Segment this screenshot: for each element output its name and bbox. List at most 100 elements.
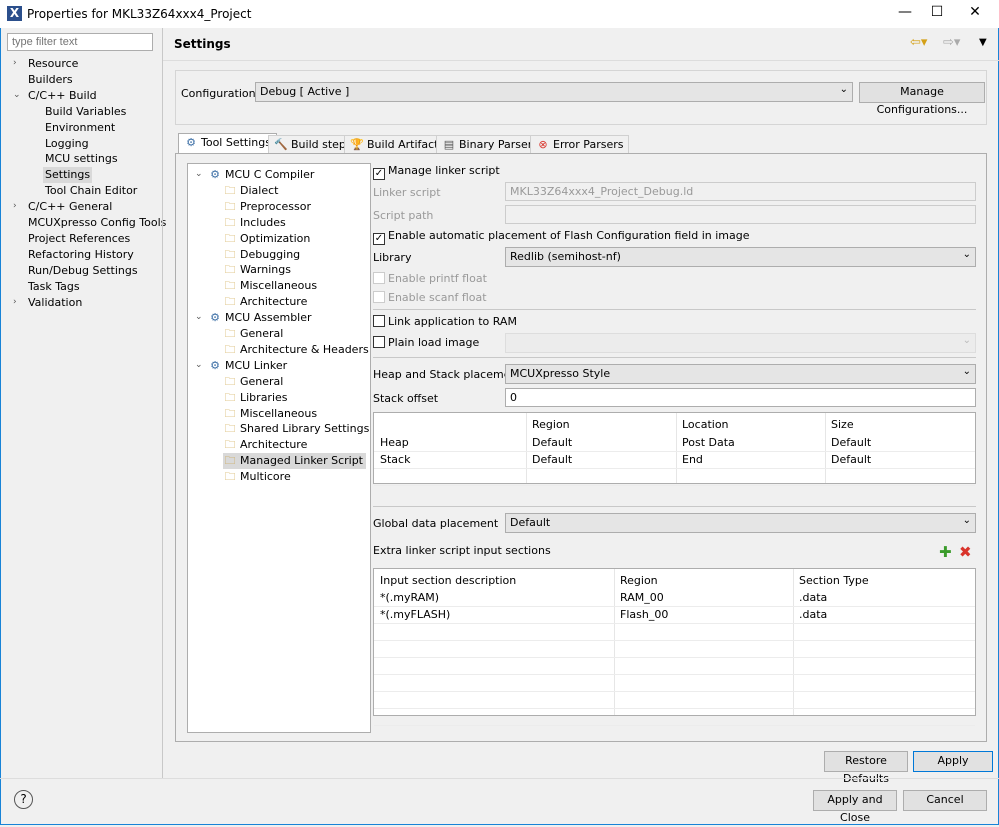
apply-and-close-button[interactable]: Apply and Close: [813, 790, 897, 824]
configuration-select[interactable]: Debug [ Active ] ⌄: [255, 82, 853, 102]
folder-gear-icon: 🗀: [224, 327, 236, 340]
nav-item[interactable]: C/C++ Build: [26, 88, 99, 104]
tool-tree: ⌄ ⚙ MCU C Compiler 🗀 Dialect 🗀 Preprocessor 🗀 In…: [187, 163, 371, 733]
chevron-down-icon: ⌄: [962, 249, 971, 260]
heap-stack-select[interactable]: MCUXpresso Style ⌄: [505, 364, 976, 384]
tool-tree-item[interactable]: 🗀 Libraries: [223, 390, 291, 406]
nav-item[interactable]: Builders: [26, 72, 75, 88]
tool-tree-item[interactable]: ⚙ MCU C Compiler: [208, 167, 317, 183]
tab-binary-parsers[interactable]: ▤ Binary Parsers: [436, 135, 544, 153]
scanf-float-checkbox[interactable]: Enable scanf float: [373, 291, 487, 304]
tool-tree-item[interactable]: 🗀 Preprocessor: [223, 199, 314, 215]
tool-tree-item[interactable]: 🗀 Optimization: [223, 231, 313, 247]
table-row[interactable]: Stack Default End Default: [374, 452, 975, 469]
tool-tree-label: General: [240, 374, 284, 388]
close-button[interactable]: ✕: [960, 4, 990, 24]
add-icon[interactable]: ✚: [939, 543, 952, 561]
delete-icon[interactable]: ✖: [959, 543, 972, 561]
forward-icon[interactable]: ⇨▾: [943, 35, 960, 50]
tab-build-artifact[interactable]: 🏆 Build Artifact: [344, 135, 445, 153]
folder-gear-icon: 🗀: [224, 438, 236, 452]
chevron-right-icon[interactable]: ›: [13, 58, 17, 68]
nav-item[interactable]: Tool Chain Editor: [43, 183, 139, 199]
tool-tree-item[interactable]: 🗀 Architecture: [223, 294, 310, 310]
nav-item[interactable]: MCUXpresso Config Tools: [26, 215, 168, 231]
plain-load-select[interactable]: ⌄: [505, 333, 976, 353]
tool-tree-item[interactable]: 🗀 Warnings: [223, 262, 294, 278]
tool-tree-item[interactable]: 🗀 Managed Linker Script: [223, 453, 366, 470]
nav-item[interactable]: Project References: [26, 231, 132, 247]
nav-item[interactable]: Settings: [43, 167, 93, 184]
help-icon[interactable]: ?: [14, 790, 33, 809]
link-to-ram-checkbox[interactable]: Link application to RAM: [373, 315, 517, 328]
column-header[interactable]: Input section description: [374, 573, 516, 589]
stack-offset-field[interactable]: 0: [505, 388, 976, 407]
script-path-field[interactable]: [505, 205, 976, 224]
tool-tree-item[interactable]: 🗀 Includes: [223, 215, 289, 231]
tab-label: Tool Settings: [201, 136, 271, 149]
tool-tree-label: MCU Linker: [225, 358, 288, 372]
apply-button[interactable]: Apply: [913, 751, 993, 772]
footer-separator: [0, 778, 999, 779]
nav-item[interactable]: Run/Debug Settings: [26, 263, 140, 279]
nav-item[interactable]: Validation: [26, 295, 84, 311]
menu-icon[interactable]: ▼: [979, 37, 987, 48]
tool-tree-item[interactable]: 🗀 Debugging: [223, 247, 303, 263]
tool-tree-item[interactable]: 🗀 Dialect: [223, 183, 281, 199]
auto-flash-config-checkbox[interactable]: ✓ Enable automatic placement of Flash Con…: [373, 229, 750, 245]
tool-tree-item[interactable]: ⚙ MCU Linker: [208, 358, 290, 374]
tool-tree-label: Libraries: [240, 390, 288, 404]
chevron-down-icon[interactable]: ⌄: [195, 312, 203, 322]
tool-tree-label: Architecture & Headers: [240, 342, 369, 356]
tool-tree-item[interactable]: 🗀 Multicore: [223, 469, 294, 485]
nav-item[interactable]: Refactoring History: [26, 247, 136, 263]
tool-tree-item[interactable]: ⚙ MCU Assembler: [208, 310, 315, 326]
manage-linker-script-checkbox[interactable]: ✓ Manage linker script: [373, 164, 500, 180]
cancel-button[interactable]: Cancel: [903, 790, 987, 811]
tab-error-parsers[interactable]: ⊗ Error Parsers: [530, 135, 630, 153]
tool-tree-item[interactable]: 🗀 Architecture: [223, 437, 310, 453]
chevron-down-icon[interactable]: ⌄: [13, 90, 21, 100]
nav-item[interactable]: Resource: [26, 56, 80, 72]
error-icon: ⊗: [538, 138, 548, 151]
table-row[interactable]: Heap Default Post Data Default: [374, 435, 975, 452]
nav-item[interactable]: Build Variables: [43, 104, 128, 120]
chevron-right-icon[interactable]: ›: [13, 297, 17, 307]
tool-tree-item[interactable]: 🗀 Miscellaneous: [223, 406, 320, 422]
chevron-down-icon[interactable]: ⌄: [195, 360, 203, 370]
column-header[interactable]: Location: [676, 417, 729, 433]
library-select[interactable]: Redlib (semihost-nf) ⌄: [505, 247, 976, 267]
filter-input[interactable]: [7, 33, 153, 51]
folder-gear-icon: 🗀: [224, 263, 236, 277]
printf-float-checkbox[interactable]: Enable printf float: [373, 272, 487, 285]
maximize-button[interactable]: ☐: [922, 4, 952, 24]
table-row[interactable]: *(.myRAM) RAM_00 .data: [374, 590, 975, 607]
tool-tree-item[interactable]: 🗀 Shared Library Settings: [223, 421, 372, 437]
table-row[interactable]: *(.myFLASH) Flash_00 .data: [374, 607, 975, 624]
tool-tree-item[interactable]: 🗀 Architecture & Headers: [223, 342, 372, 358]
minimize-button[interactable]: —: [890, 4, 920, 24]
linker-script-field[interactable]: MKL33Z64xxx4_Project_Debug.ld: [505, 182, 976, 201]
tool-tree-item[interactable]: 🗀 Miscellaneous: [223, 278, 320, 294]
nav-item[interactable]: Logging: [43, 136, 91, 152]
column-header[interactable]: [374, 417, 380, 433]
column-header[interactable]: Region: [526, 417, 570, 433]
manage-configurations-button[interactable]: Manage Configurations...: [859, 82, 985, 116]
chevron-down-icon[interactable]: ⌄: [195, 169, 203, 179]
tab-tool-settings[interactable]: ⚙ Tool Settings: [178, 133, 277, 154]
tool-tree-item[interactable]: 🗀 General: [223, 326, 286, 342]
back-icon[interactable]: ⇦▾: [910, 35, 927, 50]
chevron-right-icon[interactable]: ›: [13, 201, 17, 211]
column-header[interactable]: Size: [825, 417, 854, 433]
nav-item[interactable]: Environment: [43, 120, 117, 136]
tool-tree-item[interactable]: 🗀 General: [223, 374, 286, 390]
nav-item[interactable]: MCU settings: [43, 151, 120, 167]
nav-item[interactable]: Task Tags: [26, 279, 82, 295]
column-header[interactable]: Section Type: [793, 573, 869, 589]
nav-item[interactable]: C/C++ General: [26, 199, 114, 215]
plain-load-checkbox[interactable]: Plain load image: [373, 336, 479, 349]
restore-defaults-button[interactable]: Restore Defaults: [824, 751, 908, 785]
column-header[interactable]: Region: [614, 573, 658, 589]
global-data-select[interactable]: Default ⌄: [505, 513, 976, 533]
table-cell: Default: [532, 436, 573, 449]
